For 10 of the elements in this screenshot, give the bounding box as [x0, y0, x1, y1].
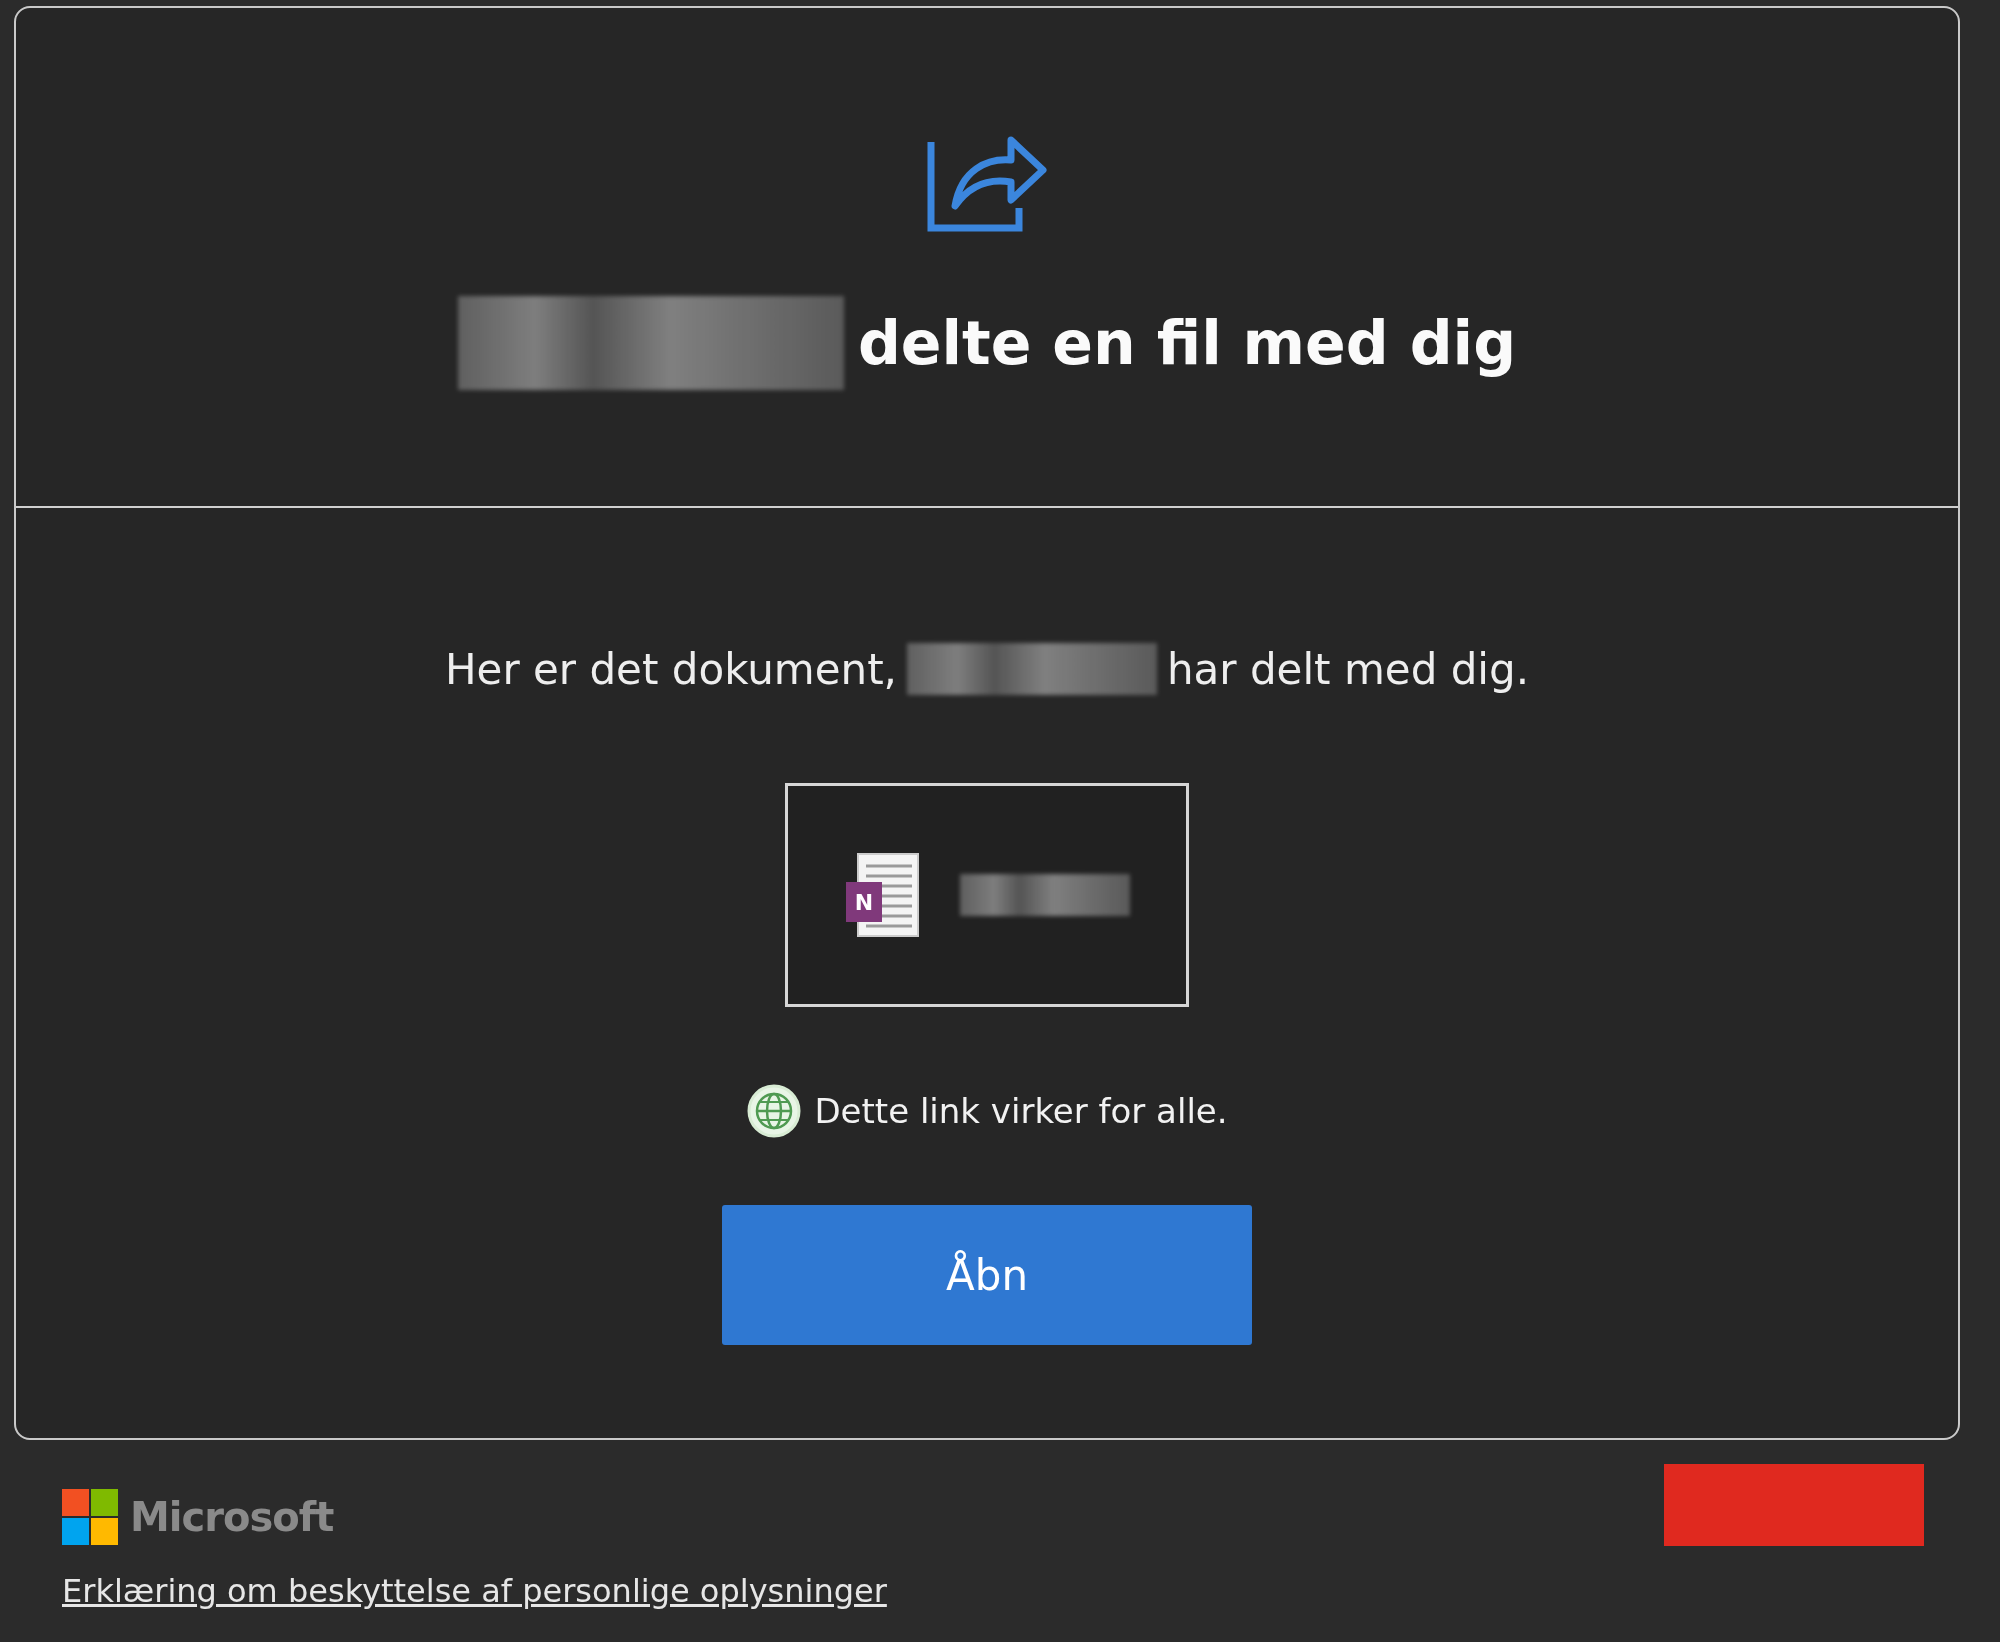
- file-card[interactable]: N: [785, 783, 1189, 1007]
- open-button[interactable]: Åbn: [722, 1205, 1252, 1345]
- privacy-link[interactable]: Erklæring om beskyttelse af personlige oplysninger: [62, 1572, 1664, 1610]
- brand-name: Microsoft: [130, 1494, 334, 1540]
- message-text: har delt med dig.: [1166, 644, 1530, 694]
- globe-icon: [746, 1083, 803, 1139]
- message-text: Her er det dokument,: [444, 644, 897, 694]
- link-note: Dette link virker for alle.: [814, 1091, 1228, 1131]
- logo-icon: [62, 1489, 118, 1545]
- share-heading: delte en fil med dig: [857, 308, 1517, 378]
